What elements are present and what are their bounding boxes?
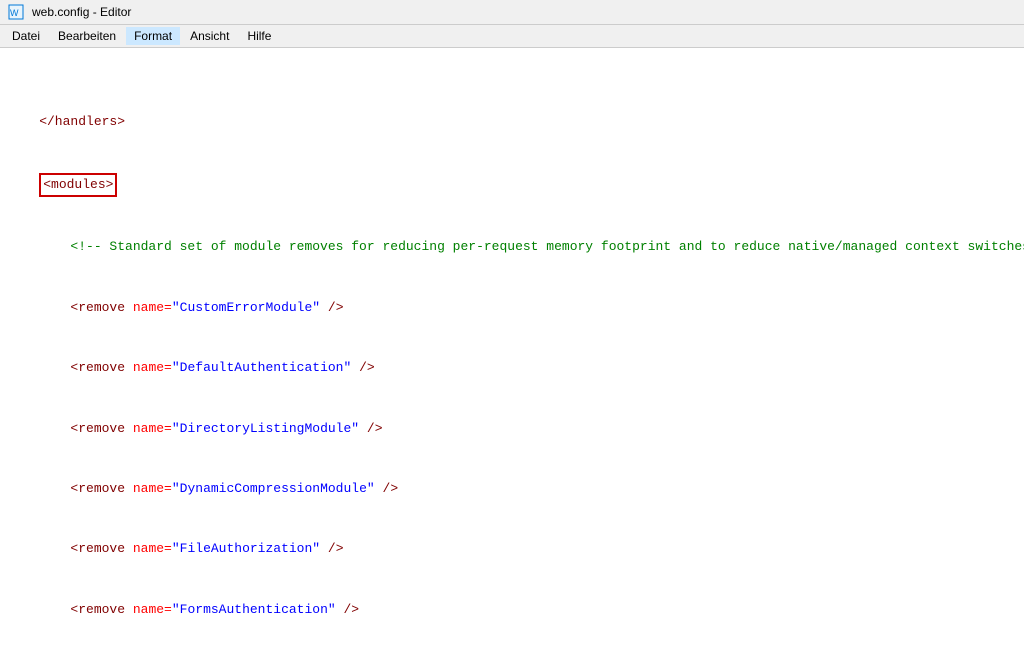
line-remove6: <remove name="FormsAuthentication" /> <box>0 600 1024 620</box>
menu-ansicht[interactable]: Ansicht <box>182 27 237 45</box>
window-title: web.config - Editor <box>32 5 131 19</box>
line-comment1: <!-- Standard set of module removes for … <box>0 237 1024 257</box>
line-handlers: </handlers> <box>0 112 1024 132</box>
line-remove1: <remove name="CustomErrorModule" /> <box>0 298 1024 318</box>
title-bar: W web.config - Editor <box>0 0 1024 25</box>
menu-format[interactable]: Format <box>126 27 180 45</box>
line-remove5: <remove name="FileAuthorization" /> <box>0 539 1024 559</box>
menu-hilfe[interactable]: Hilfe <box>239 27 279 45</box>
app-icon: W <box>8 4 24 20</box>
editor-area[interactable]: </handlers> <modules> <!-- Standard set … <box>0 48 1024 654</box>
line-modules-open: <modules> <box>0 173 1024 197</box>
line-remove2: <remove name="DefaultAuthentication" /> <box>0 358 1024 378</box>
line-remove4: <remove name="DynamicCompressionModule" … <box>0 479 1024 499</box>
line-remove3: <remove name="DirectoryListingModule" /> <box>0 419 1024 439</box>
menu-bearbeiten[interactable]: Bearbeiten <box>50 27 124 45</box>
svg-text:W: W <box>10 8 19 18</box>
menu-bar: Datei Bearbeiten Format Ansicht Hilfe <box>0 25 1024 48</box>
menu-datei[interactable]: Datei <box>4 27 48 45</box>
